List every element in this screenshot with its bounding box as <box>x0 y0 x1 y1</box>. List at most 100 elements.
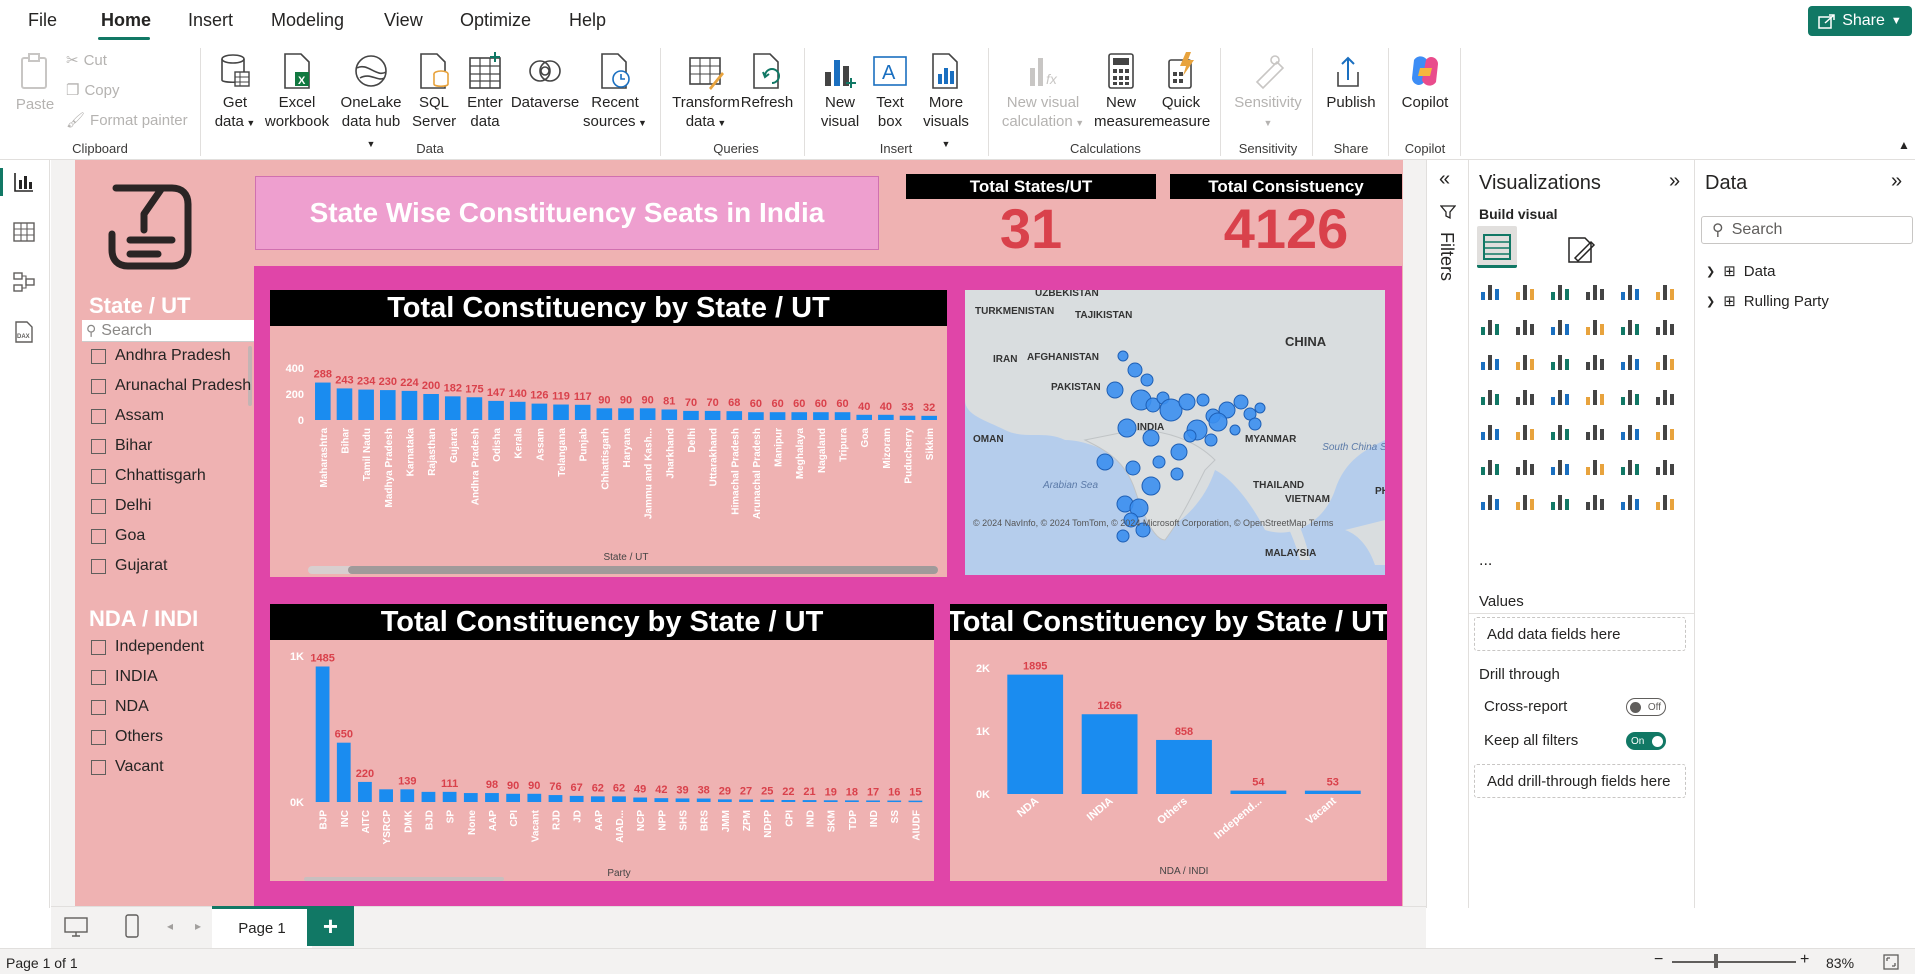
map-icon[interactable] <box>1479 385 1501 407</box>
filters-pane-collapsed[interactable]: « Filters <box>1426 160 1468 908</box>
build-visual-tab[interactable] <box>1477 226 1517 268</box>
sql-server-button[interactable]: SQL Server <box>412 52 456 131</box>
fit-to-page-icon[interactable] <box>1882 953 1900 971</box>
power-automate-icon[interactable] <box>1619 490 1641 512</box>
share-button[interactable]: Share ▼ <box>1808 6 1912 36</box>
checkbox[interactable] <box>91 438 106 454</box>
prev-page-icon[interactable]: ◂ <box>167 919 173 933</box>
recent-sources-button[interactable]: Recent sources ▼ <box>580 52 650 133</box>
fabric-icon[interactable] <box>1654 490 1676 512</box>
trophy-icon[interactable] <box>1654 455 1676 477</box>
slicer-item[interactable]: Gujarat <box>91 557 167 575</box>
slicer-search-input[interactable]: ⚲ Search <box>82 320 254 342</box>
enter-data-button[interactable]: Enter data <box>462 52 508 131</box>
smart-narrative-icon[interactable] <box>1584 455 1606 477</box>
slicer-item[interactable]: Andhra Pradesh <box>91 347 231 365</box>
menu-modeling[interactable]: Modeling <box>271 10 344 31</box>
add-page-button[interactable]: + <box>307 906 354 946</box>
checkbox[interactable] <box>91 639 106 655</box>
slicer-item[interactable]: Others <box>91 728 163 746</box>
line-stacked-column-icon[interactable] <box>1654 315 1676 337</box>
page-tab-1[interactable]: Page 1 <box>212 906 312 948</box>
metrics-icon[interactable] <box>1549 490 1571 512</box>
more-visuals-button[interactable]: More visuals ▼ <box>918 52 974 154</box>
mobile-layout-icon[interactable] <box>123 913 141 939</box>
kpi-icon[interactable] <box>1479 420 1501 442</box>
pie-chart-icon[interactable] <box>1584 350 1606 372</box>
ribbon-chart-icon[interactable] <box>1584 315 1606 337</box>
azure-map-icon[interactable] <box>1549 385 1571 407</box>
publish-button[interactable]: Publish <box>1322 52 1380 112</box>
slicer-item[interactable]: Goa <box>91 527 145 545</box>
zoom-out-button[interactable]: − <box>1654 951 1663 969</box>
menu-help[interactable]: Help <box>569 10 606 31</box>
new-visual-calculation-button[interactable]: fx New visual calculation ▼ <box>998 52 1088 133</box>
cut-button[interactable]: ✂ Cut <box>66 51 107 70</box>
quick-measure-button[interactable]: Quick measure <box>1150 52 1212 131</box>
collapse-visualizations-icon[interactable]: » <box>1669 170 1680 193</box>
checkbox[interactable] <box>91 729 106 745</box>
onelake-data-hub-button[interactable]: OneLake data hub ▼ <box>340 52 402 154</box>
slicer-item[interactable]: NDA <box>91 698 149 716</box>
slicer-item[interactable]: Independent <box>91 638 204 656</box>
menu-optimize[interactable]: Optimize <box>460 10 531 31</box>
cross-report-toggle[interactable]: Off <box>1626 698 1666 716</box>
next-page-icon[interactable]: ▸ <box>195 919 201 933</box>
filled-map-icon[interactable] <box>1514 385 1536 407</box>
slicer-item[interactable]: Vacant <box>91 758 164 776</box>
new-visual-button[interactable]: New visual <box>816 52 864 131</box>
card-new-icon[interactable] <box>1514 490 1536 512</box>
excel-workbook-button[interactable]: X Excel workbook <box>262 52 332 131</box>
checkbox[interactable] <box>91 408 106 424</box>
checkbox[interactable] <box>91 498 106 514</box>
new-measure-button[interactable]: New measure <box>1094 52 1152 131</box>
stacked-bar-icon[interactable] <box>1479 280 1501 302</box>
slicer-item[interactable]: Arunachal Pradesh <box>91 377 251 395</box>
slicer-scrollbar[interactable] <box>248 346 252 406</box>
area-chart-icon[interactable] <box>1514 315 1536 337</box>
table-view-icon[interactable] <box>12 220 36 244</box>
checkbox[interactable] <box>91 558 106 574</box>
transform-data-button[interactable]: Transform data ▼ <box>670 52 742 133</box>
constituency-map[interactable]: UZBEKISTAN TURKMENISTAN TAJIKISTAN IRAN AFGH… <box>965 290 1385 575</box>
slicer-item[interactable]: Chhattisgarh <box>91 467 206 485</box>
model-view-icon[interactable] <box>12 270 36 294</box>
donut-chart-icon[interactable] <box>1619 350 1641 372</box>
stacked-area-icon[interactable] <box>1549 315 1571 337</box>
data-table-item[interactable]: ❯ ⊞ Data <box>1706 262 1775 281</box>
table-icon[interactable] <box>1549 420 1571 442</box>
report-icon[interactable] <box>1479 490 1501 512</box>
card-icon[interactable] <box>1619 385 1641 407</box>
slicer-item[interactable]: Assam <box>91 407 164 425</box>
power-apps-icon[interactable] <box>1584 490 1606 512</box>
r-visual-icon[interactable] <box>1619 420 1641 442</box>
menu-home[interactable]: Home <box>101 10 151 31</box>
python-visual-icon[interactable] <box>1654 420 1676 442</box>
decomposition-tree-icon[interactable] <box>1514 455 1536 477</box>
slicer-item[interactable]: Delhi <box>91 497 151 515</box>
checkbox[interactable] <box>91 699 106 715</box>
dax-query-view-icon[interactable]: DAX <box>12 320 36 344</box>
slicer-item[interactable]: INDIA <box>91 668 158 686</box>
copy-button[interactable]: ❐ Copy <box>66 81 119 100</box>
checkbox[interactable] <box>91 669 106 685</box>
checkbox[interactable] <box>91 348 106 364</box>
desktop-layout-icon[interactable] <box>63 915 89 939</box>
copilot-button[interactable]: Copilot <box>1396 52 1454 112</box>
sensitivity-button[interactable]: Sensitivity ▼ <box>1232 52 1304 133</box>
get-data-button[interactable]: Get data ▼ <box>212 52 258 133</box>
line-column-icon[interactable] <box>1619 315 1641 337</box>
slicer-item[interactable]: Bihar <box>91 437 152 455</box>
qa-icon[interactable] <box>1549 455 1571 477</box>
checkbox[interactable] <box>91 759 106 775</box>
menu-file[interactable]: File <box>28 10 57 31</box>
collapse-data-icon[interactable]: » <box>1891 170 1902 193</box>
stacked-column-icon[interactable] <box>1514 280 1536 302</box>
key-influencers-icon[interactable] <box>1479 455 1501 477</box>
checkbox[interactable] <box>91 378 106 394</box>
report-view-icon[interactable] <box>12 170 36 194</box>
dataverse-button[interactable]: Dataverse <box>510 52 580 112</box>
slicer-icon[interactable] <box>1514 420 1536 442</box>
viz-more-icon[interactable]: ... <box>1479 552 1492 570</box>
keep-all-filters-toggle[interactable]: On <box>1626 732 1666 750</box>
